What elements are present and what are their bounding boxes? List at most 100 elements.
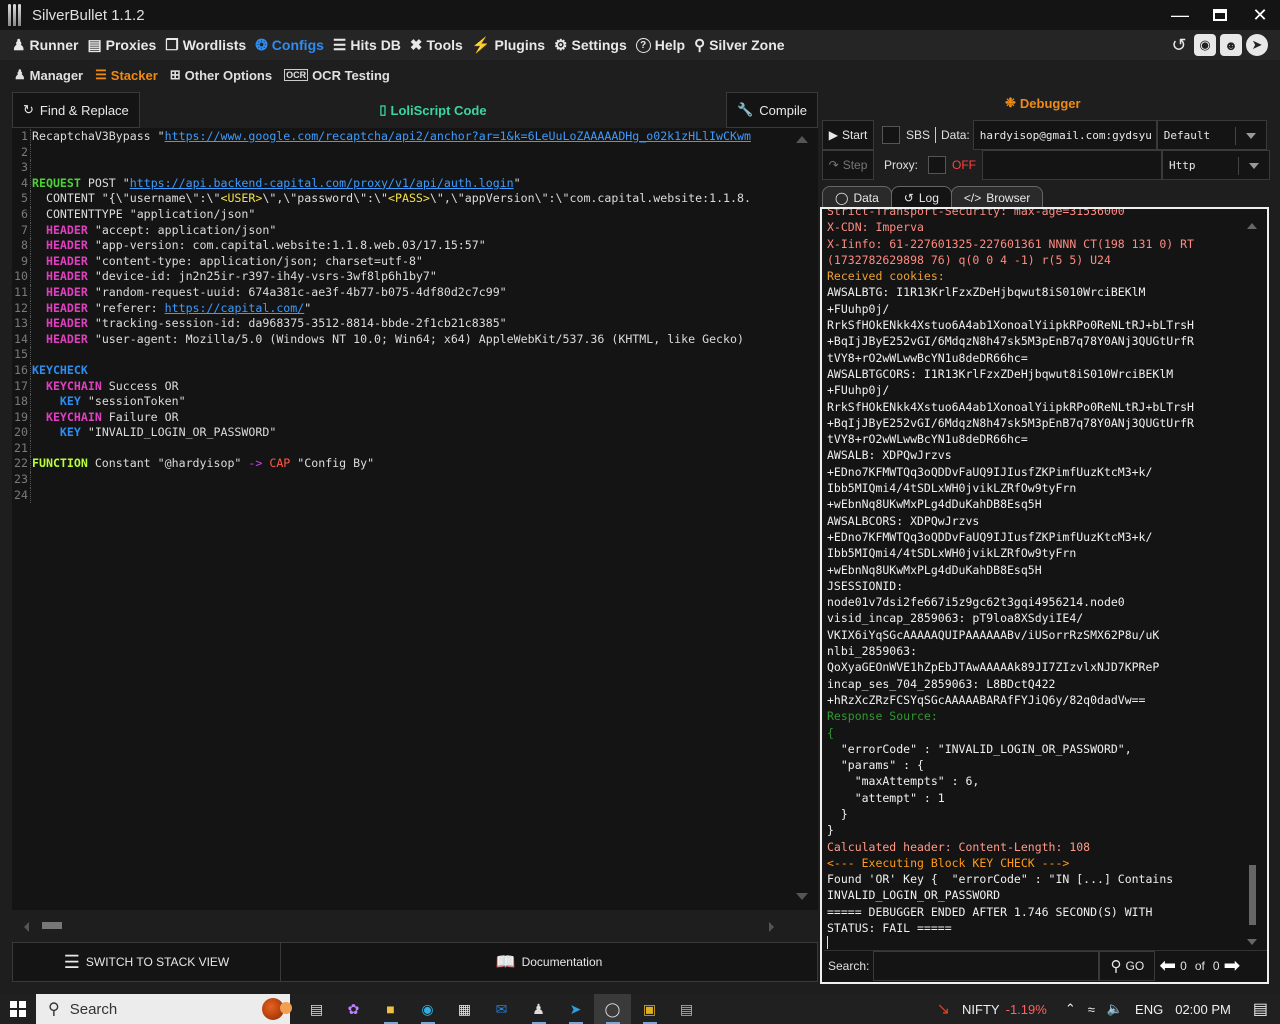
menu-settings[interactable]: ⚙ Settings	[554, 36, 627, 54]
go-button[interactable]: ⚲ GO	[1099, 950, 1156, 981]
code-line[interactable]: 2	[12, 144, 818, 161]
compile-button[interactable]: 🔧 Compile	[726, 92, 818, 128]
code-line[interactable]: 5 CONTENT "{\"username\":\"<USER>\",\"pa…	[12, 191, 818, 207]
code-line[interactable]: 20 KEY "INVALID_LOGIN_OR_PASSWORD"	[12, 425, 818, 441]
history-icon[interactable]: ↺	[1168, 34, 1190, 56]
switch-to-stack-view-button[interactable]: ☰ SWITCH TO STACK VIEW	[13, 943, 281, 981]
volume-icon[interactable]: 🔈	[1107, 1001, 1123, 1017]
scroll-up-arrow[interactable]	[796, 136, 808, 143]
scroll-thumb[interactable]	[42, 922, 62, 929]
language-indicator[interactable]: ENG	[1135, 1002, 1163, 1017]
notepad-icon[interactable]: ▤	[668, 994, 705, 1024]
data-type-select[interactable]: Default	[1156, 120, 1267, 150]
submenu-stacker[interactable]: ☰ Stacker	[95, 67, 158, 83]
scroll-down-arrow[interactable]	[796, 893, 808, 900]
code-link[interactable]: https://www.google.com/recaptcha/api2/an…	[165, 129, 751, 143]
app-icon[interactable]: ♟	[520, 994, 557, 1024]
outlook-icon[interactable]: ✉	[483, 994, 520, 1024]
code-line[interactable]: 6 CONTENTTYPE "application/json"	[12, 206, 818, 223]
notification-icon[interactable]: ▤	[1253, 999, 1268, 1019]
scroll-down-arrow[interactable]	[1247, 939, 1257, 945]
menu-plugins[interactable]: ⚡ Plugins	[472, 36, 545, 54]
camera-icon[interactable]: ◉	[1194, 34, 1216, 56]
tab-log[interactable]: ↺ Log	[890, 186, 952, 208]
code-line[interactable]: 23	[12, 472, 818, 488]
code-link[interactable]: https://api.backend-capital.com/proxy/v1…	[130, 176, 514, 190]
code-line[interactable]: 15	[12, 347, 818, 363]
menu-tools[interactable]: ✖ Tools	[410, 36, 463, 54]
start-button[interactable]	[0, 994, 36, 1024]
menu-runner[interactable]: ♟ Runner	[12, 36, 78, 54]
code-line[interactable]: 12 HEADER "referer: https://capital.com/…	[12, 300, 818, 317]
code-line[interactable]: 11 HEADER "random-request-uuid: 674a381c…	[12, 284, 818, 301]
start-button[interactable]: ▶ Start	[822, 120, 874, 150]
code-link[interactable]: https://capital.com/	[165, 301, 305, 315]
scroll-left-arrow[interactable]	[24, 922, 29, 932]
submenu-manager[interactable]: ♟ Manager	[14, 67, 83, 83]
submenu-ocr-testing[interactable]: OCR OCR Testing	[284, 68, 390, 83]
tab-data[interactable]: ◯ Data	[822, 186, 892, 208]
silverbullet-icon[interactable]: ◯	[594, 994, 631, 1024]
clock[interactable]: 02:00 PM	[1175, 1002, 1231, 1017]
proxy-type-select[interactable]: Http	[1162, 150, 1271, 180]
code-line[interactable]: 4 REQUEST POST "https://api.backend-capit…	[12, 175, 818, 192]
proxy-input[interactable]	[982, 150, 1163, 180]
scroll-right-arrow[interactable]	[769, 922, 774, 932]
code-line[interactable]: 8 HEADER "app-version: com.capital.websi…	[12, 238, 818, 254]
code-line[interactable]: 22 FUNCTION Constant "@hardyisop" -> CAP …	[12, 456, 818, 473]
code-line[interactable]: 7 HEADER "accept: application/json"	[12, 222, 818, 239]
proxy-checkbox[interactable]	[928, 156, 947, 174]
step-button[interactable]: ↷ Step	[822, 150, 874, 180]
code-editor[interactable]: 1 RecaptchaV3Bypass "https://www.google.c…	[12, 128, 818, 910]
chevron-up-icon[interactable]: ⌃	[1065, 1001, 1076, 1017]
nifty-label[interactable]: NIFTY	[962, 1002, 1000, 1017]
previous-match-arrow-icon[interactable]: ⬅	[1155, 953, 1180, 978]
code-line[interactable]: 16 KEYCHECK	[12, 362, 818, 379]
telegram-icon[interactable]: ➤	[1246, 34, 1268, 56]
menu-proxies[interactable]: ▤ Proxies	[87, 36, 156, 54]
code-line[interactable]: 10 HEADER "device-id: jn2n25ir-r397-ih4y…	[12, 269, 818, 285]
log-scrollbar[interactable]	[1247, 215, 1257, 945]
code-line[interactable]: 21	[12, 440, 818, 457]
code-line[interactable]: 19 KEYCHAIN Failure OR	[12, 409, 818, 426]
task-view-icon[interactable]: ▤	[298, 994, 335, 1024]
menu-hits-db[interactable]: ☰ Hits DB	[333, 36, 401, 54]
edge-icon[interactable]: ◉	[409, 994, 446, 1024]
documentation-button[interactable]: 📖 Documentation	[281, 943, 817, 981]
log-output[interactable]: Strict-Transport-Security: max-age=31536…	[827, 209, 1247, 949]
log-search-input[interactable]	[873, 950, 1100, 981]
code-line[interactable]: 17 KEYCHAIN Success OR	[12, 378, 818, 395]
tab-browser[interactable]: </> Browser	[950, 186, 1044, 208]
menu-configs[interactable]: ❂ Configs	[255, 36, 324, 54]
sbs-checkbox[interactable]	[882, 126, 900, 144]
code-line[interactable]: 14 HEADER "user-agent: Mozilla/5.0 (Wind…	[12, 331, 818, 348]
wifi-icon[interactable]: ≈	[1088, 1002, 1095, 1017]
store-icon[interactable]: ▦	[446, 994, 483, 1024]
code-line[interactable]: 9 HEADER "content-type: application/json…	[12, 253, 818, 270]
discord-icon[interactable]: ☻	[1220, 34, 1242, 56]
code-line[interactable]: 1 RecaptchaV3Bypass "https://www.google.c…	[12, 129, 818, 145]
next-match-arrow-icon[interactable]: ➡	[1220, 953, 1245, 978]
menu-wordlists[interactable]: ❐ Wordlists	[165, 36, 246, 54]
code-line[interactable]: 13 HEADER "tracking-session-id: da968375…	[12, 316, 818, 332]
scroll-thumb[interactable]	[1249, 865, 1256, 925]
menu-help[interactable]: ? Help	[635, 37, 685, 53]
file-explorer-icon[interactable]: ■	[372, 994, 409, 1024]
scroll-up-arrow[interactable]	[1247, 223, 1257, 229]
minimize-button[interactable]: —	[1160, 0, 1200, 30]
data-input[interactable]: hardyisop@gmail.com:gydsyu	[972, 120, 1157, 150]
maximize-button[interactable]	[1200, 0, 1240, 30]
menu-silver-zone[interactable]: ⚲ Silver Zone	[694, 36, 784, 54]
taskbar-search[interactable]: ⚲ Search	[36, 994, 292, 1024]
telegram-icon[interactable]: ➤	[557, 994, 594, 1024]
code-line[interactable]: 24	[12, 487, 818, 504]
horizontal-scrollbar[interactable]	[12, 918, 782, 934]
sliders-icon: ⊞	[169, 67, 181, 82]
find-replace-button[interactable]: ↻ Find & Replace	[12, 92, 140, 128]
close-button[interactable]: ✕	[1240, 0, 1280, 30]
app-icon[interactable]: ▣	[631, 994, 668, 1024]
copilot-icon[interactable]: ✿	[335, 994, 372, 1024]
code-line[interactable]: 3	[12, 160, 818, 176]
code-line[interactable]: 18 KEY "sessionToken"	[12, 394, 818, 410]
submenu-other-options[interactable]: ⊞ Other Options	[170, 67, 272, 83]
